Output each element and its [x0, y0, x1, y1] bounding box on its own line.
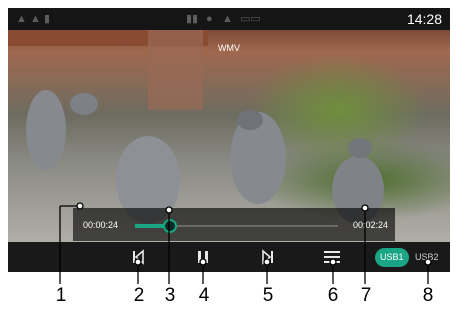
- callout-number: 1: [55, 285, 67, 306]
- callout-number: 4: [198, 285, 210, 306]
- callout-number: 8: [422, 285, 434, 306]
- callout-number: 2: [133, 285, 145, 306]
- callout-number: 7: [360, 285, 372, 306]
- callout-lines: [59, 202, 432, 284]
- callout-number: 3: [164, 285, 176, 306]
- callout-number: 5: [262, 285, 274, 306]
- callout-number: 6: [327, 285, 339, 306]
